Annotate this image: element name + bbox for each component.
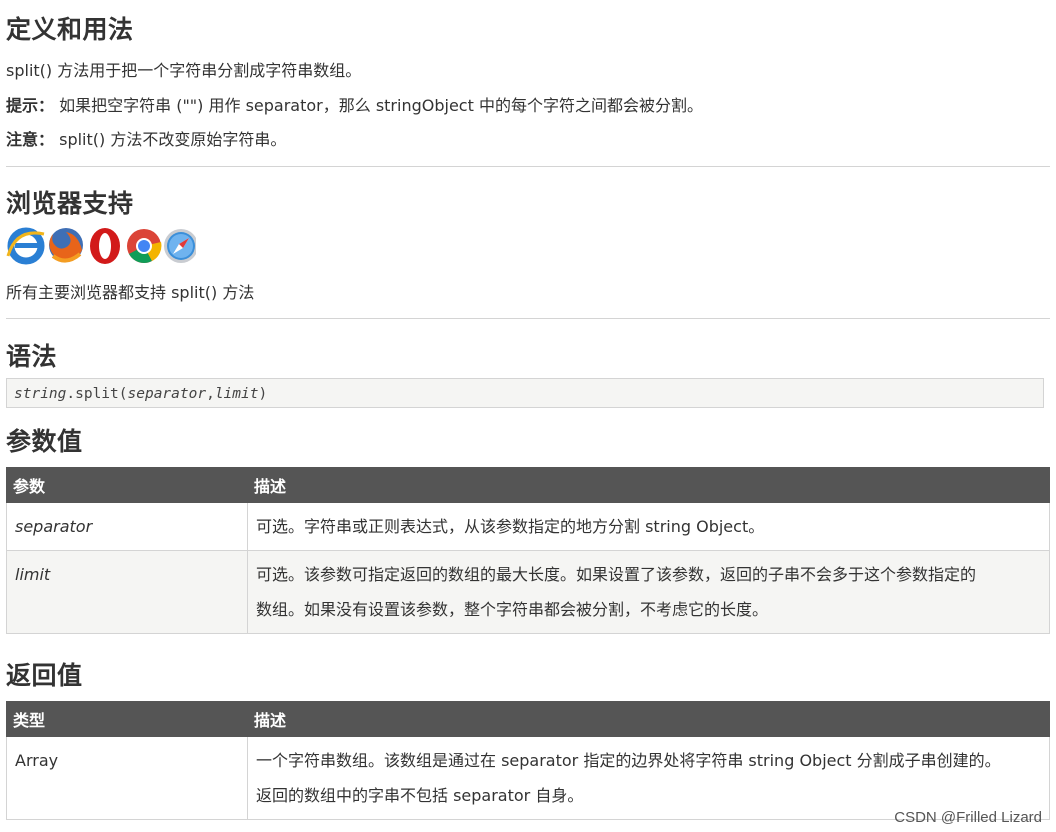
table-header-row: 参数 描述 xyxy=(6,467,1050,503)
param-desc: 可选。该参数可指定返回的数组的最大长度。如果设置了该参数，返回的子串不会多于这个… xyxy=(247,550,1050,634)
param-name: limit xyxy=(6,550,248,634)
table-row: separator 可选。字符串或正则表达式，从该参数指定的地方分割 strin… xyxy=(6,502,1050,551)
table-header-row: 类型 描述 xyxy=(6,701,1050,737)
syntax-comma: , xyxy=(206,386,215,402)
firefox-icon xyxy=(49,228,83,263)
chrome-icon xyxy=(127,229,162,263)
column-header-param: 参数 xyxy=(6,467,248,503)
params-heading: 参数值 xyxy=(6,427,83,456)
browser-support-text: 所有主要浏览器都支持 split() 方法 xyxy=(6,283,255,302)
note-paragraph: 注意： split() 方法不改变原始字符串。 xyxy=(6,129,286,151)
syntax-close: ) xyxy=(258,386,268,402)
safari-icon xyxy=(164,229,196,263)
note-text: split() 方法不改变原始字符串。 xyxy=(59,130,287,149)
return-desc-line: 返回的数组中的字串不包括 separator 自身。 xyxy=(256,786,584,805)
column-header-desc: 描述 xyxy=(247,701,1050,737)
param-desc-line: 数组。如果没有设置该参数，整个字符串都会被分割，不考虑它的长度。 xyxy=(256,600,769,619)
divider xyxy=(6,318,1050,319)
opera-icon xyxy=(90,228,120,264)
internet-explorer-icon xyxy=(6,227,45,265)
tip-paragraph: 提示： 如果把空字符串 ("") 用作 separator，那么 stringO… xyxy=(6,95,703,117)
column-header-desc: 描述 xyxy=(247,467,1050,503)
syntax-object: string xyxy=(14,386,67,402)
syntax-heading: 语法 xyxy=(6,342,58,371)
return-desc: 一个字符串数组。该数组是通过在 separator 指定的边界处将字符串 str… xyxy=(247,736,1050,820)
browser-support-heading: 浏览器支持 xyxy=(6,189,134,218)
tip-label: 提示： xyxy=(6,96,55,115)
params-table: 参数 描述 separator 可选。字符串或正则表达式，从该参数指定的地方分割… xyxy=(6,467,1050,634)
divider xyxy=(6,166,1050,167)
definition-text: split() 方法用于把一个字符串分割成字符串数组。 xyxy=(6,61,362,80)
table-row: Array 一个字符串数组。该数组是通过在 separator 指定的边界处将字… xyxy=(6,736,1050,820)
return-value-table: 类型 描述 Array 一个字符串数组。该数组是通过在 separator 指定… xyxy=(6,701,1050,820)
return-value-heading: 返回值 xyxy=(6,661,83,690)
definition-heading: 定义和用法 xyxy=(6,15,134,44)
watermark: CSDN @Frilled Lizard xyxy=(894,809,1042,826)
syntax-code-block: string.split(separator,limit) xyxy=(6,378,1044,408)
return-type: Array xyxy=(6,736,248,820)
param-name: separator xyxy=(6,502,248,551)
param-desc-line: 可选。该参数可指定返回的数组的最大长度。如果设置了该参数，返回的子串不会多于这个… xyxy=(256,565,977,584)
param-desc: 可选。字符串或正则表达式，从该参数指定的地方分割 string Object。 xyxy=(247,502,1050,551)
note-label: 注意： xyxy=(6,130,55,149)
column-header-type: 类型 xyxy=(6,701,248,737)
syntax-method: .split( xyxy=(66,386,128,402)
return-desc-line: 一个字符串数组。该数组是通过在 separator 指定的边界处将字符串 str… xyxy=(256,751,1001,770)
syntax-arg-limit: limit xyxy=(214,386,259,402)
table-row: limit 可选。该参数可指定返回的数组的最大长度。如果设置了该参数，返回的子串… xyxy=(6,550,1050,634)
tip-text: 如果把空字符串 ("") 用作 separator，那么 stringObjec… xyxy=(59,96,703,115)
browser-icons xyxy=(6,226,196,265)
syntax-arg-separator: separator xyxy=(127,386,207,402)
